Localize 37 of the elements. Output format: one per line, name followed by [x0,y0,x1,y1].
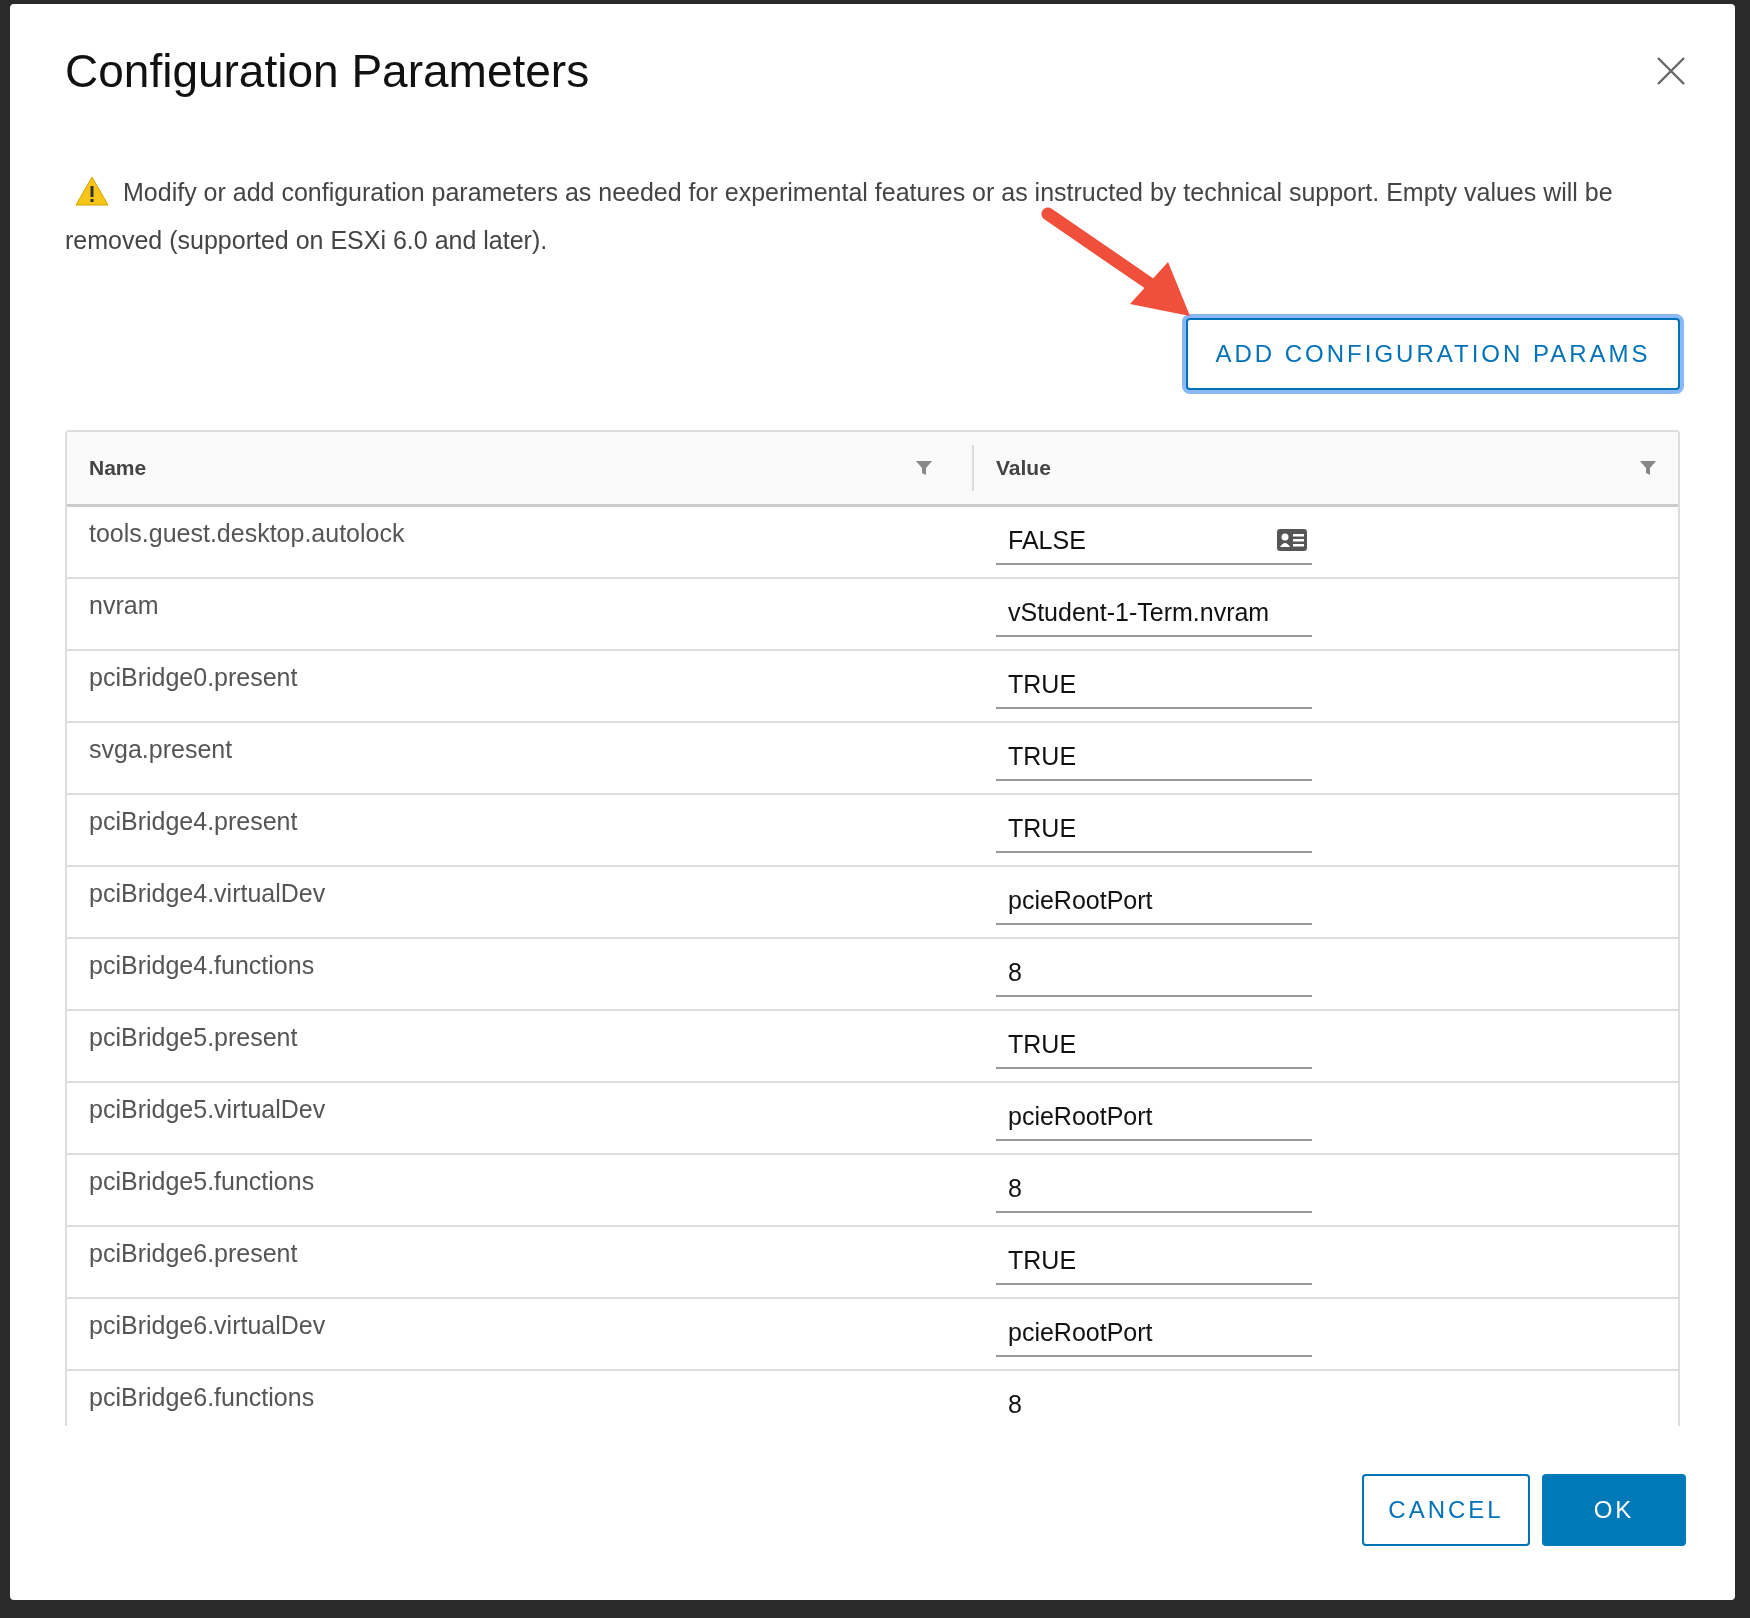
parameter-name: pciBridge0.present [89,663,298,691]
value-input[interactable]: 8 [996,1165,1312,1213]
notice-text: Modify or add configuration parameters as needed for experimental features or as instructed by technical support. Empty values will be removed (supported on ESXi 6.0 and later). [65,175,1614,256]
warning-icon [75,176,109,206]
parameter-name: pciBridge5.present [89,1023,298,1051]
parameter-name: pciBridge4.virtualDev [89,879,326,907]
value-input[interactable]: TRUE [996,1237,1312,1285]
parameter-name: pciBridge6.present [89,1239,298,1267]
cancel-button[interactable]: CANCEL [1362,1474,1530,1546]
value-input[interactable]: FALSE [996,517,1312,565]
value-input[interactable]: pcieRootPort [996,877,1312,925]
value-input[interactable]: TRUE [996,733,1312,781]
filter-icon[interactable] [1640,461,1656,475]
value-input[interactable]: 8 [996,1381,1312,1426]
parameter-name: pciBridge5.virtualDev [89,1095,326,1123]
dialog-title: Configuration Parameters [65,44,590,98]
value-input[interactable]: TRUE [996,805,1312,853]
value-input[interactable]: vStudent-1-Term.nvram [996,589,1312,637]
parameter-name: tools.guest.desktop.autolock [89,519,405,547]
value-input[interactable]: TRUE [996,1021,1312,1069]
parameter-name: pciBridge5.functions [89,1167,315,1195]
parameter-name: pciBridge4.functions [89,951,315,979]
filter-icon[interactable] [916,461,932,475]
value-input[interactable]: pcieRootPort [996,1309,1312,1357]
column-header[interactable]: Value [996,456,1051,480]
value-input[interactable]: 8 [996,949,1312,997]
value-input[interactable]: TRUE [996,661,1312,709]
value-input[interactable]: pcieRootPort [996,1093,1312,1141]
parameter-name: svga.present [89,735,233,763]
parameter-name: nvram [89,591,159,619]
ok-button[interactable]: OK [1542,1474,1686,1546]
parameter-name: pciBridge6.virtualDev [89,1311,326,1339]
parameter-name: pciBridge6.functions [89,1383,315,1411]
close-icon[interactable] [1656,56,1686,86]
column-header[interactable]: Name [89,456,147,480]
id-card-icon[interactable] [1276,528,1308,552]
parameter-name: pciBridge4.present [89,807,298,835]
